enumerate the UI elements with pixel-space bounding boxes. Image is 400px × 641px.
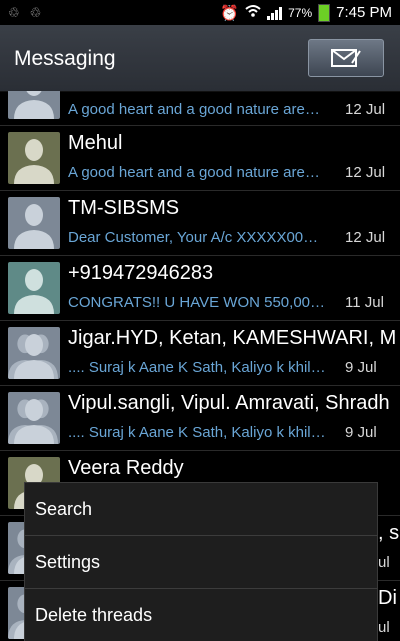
thread-name: +919472946283 bbox=[68, 262, 214, 284]
signal-icon bbox=[267, 6, 283, 20]
thread-name: Mehul bbox=[68, 132, 123, 154]
battery-percent: 77% bbox=[288, 5, 313, 20]
app-title-bar: Messaging bbox=[0, 25, 400, 92]
notification-icons: ♲ ♲ bbox=[0, 5, 41, 21]
list-item[interactable]: +919472946283 CONGRATS!! U HAVE WON 550,… bbox=[0, 256, 400, 321]
avatar bbox=[8, 132, 60, 184]
list-item[interactable]: TM-SIBSMS Dear Customer, Your A/c XXXXX0… bbox=[0, 191, 400, 256]
list-item[interactable]: Vipul.sangli, Vipul. Amravati, Shradh ..… bbox=[0, 386, 400, 451]
contact-silhouette-icon bbox=[14, 139, 54, 184]
wifi-icon bbox=[245, 4, 261, 22]
thread-preview: CONGRATS!! U HAVE WON 550,00… bbox=[68, 294, 325, 311]
contact-silhouette-icon bbox=[14, 269, 54, 314]
thread-preview: Dear Customer, Your A/c XXXXX00… bbox=[68, 229, 319, 246]
thread-date: ul bbox=[378, 619, 390, 636]
thread-name: , s bbox=[378, 522, 400, 544]
thread-name: TM-SIBSMS bbox=[68, 197, 180, 219]
thread-name: Vipul.sangli, Vipul. Amravati, Shradh bbox=[68, 392, 390, 414]
thread-date: 11 Jul bbox=[345, 294, 384, 311]
list-item[interactable]: Jigar.HYD, Ketan, KAMESHWARI, M .... Sur… bbox=[0, 321, 400, 386]
compose-button[interactable] bbox=[308, 39, 384, 77]
contact-silhouette-icon bbox=[14, 204, 54, 249]
thread-date: 9 Jul bbox=[345, 359, 377, 376]
contact-silhouette-icon bbox=[8, 399, 58, 444]
thread-date: 12 Jul bbox=[345, 164, 386, 181]
list-item[interactable]: Mehul A good heart and a good nature are… bbox=[0, 126, 400, 191]
menu-item-settings[interactable]: Settings bbox=[25, 536, 377, 589]
menu-item-delete-threads[interactable]: Delete threads bbox=[25, 589, 377, 641]
thread-preview: .... Suraj k Aane K Sath, Kaliyo k khil… bbox=[68, 424, 326, 441]
clock: 7:45 PM bbox=[336, 4, 392, 21]
thread-name: Veera Reddy bbox=[68, 457, 184, 479]
page-title: Messaging bbox=[14, 47, 116, 70]
status-bar: ♲ ♲ ⏰ 77% 7:45 PM bbox=[0, 0, 400, 25]
alarm-icon: ⏰ bbox=[220, 4, 240, 22]
avatar bbox=[8, 262, 60, 314]
thread-preview: A good heart and a good nature are… bbox=[68, 164, 320, 181]
avatar bbox=[8, 327, 60, 379]
avatar bbox=[8, 197, 60, 249]
contact-silhouette-icon bbox=[14, 91, 54, 119]
thread-date: ul bbox=[378, 554, 390, 571]
thread-date: 12 Jul bbox=[345, 101, 386, 118]
contact-silhouette-icon bbox=[8, 334, 58, 379]
options-menu: Search Settings Delete threads bbox=[24, 482, 378, 641]
list-item[interactable]: A good heart and a good nature are… 12 J… bbox=[0, 91, 400, 126]
battery-icon bbox=[318, 3, 331, 22]
thread-preview: A good heart and a good nature are… bbox=[68, 101, 320, 118]
avatar bbox=[8, 392, 60, 444]
compose-envelope-icon bbox=[331, 49, 361, 67]
status-icons: ⏰ 77% 7:45 PM bbox=[220, 3, 400, 22]
thread-preview: .... Suraj k Aane K Sath, Kaliyo k khil… bbox=[68, 359, 326, 376]
thread-date: 12 Jul bbox=[345, 229, 386, 246]
menu-item-search[interactable]: Search bbox=[25, 483, 377, 536]
thread-date: 9 Jul bbox=[345, 424, 377, 441]
thread-name: Di bbox=[378, 587, 397, 609]
recycle-icon: ♲ bbox=[29, 4, 42, 20]
thread-name: Jigar.HYD, Ketan, KAMESHWARI, M bbox=[68, 327, 397, 349]
avatar bbox=[8, 91, 60, 119]
recycle-icon: ♲ bbox=[8, 4, 20, 20]
